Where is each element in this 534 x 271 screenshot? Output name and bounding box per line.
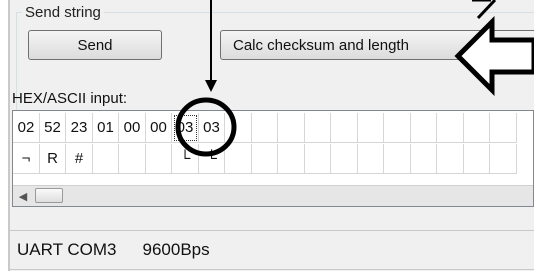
hex-cell[interactable] [384, 113, 411, 143]
hex-cell[interactable]: 03 [172, 113, 199, 143]
ascii-cell[interactable]: # [66, 144, 93, 174]
ascii-cell[interactable] [93, 144, 119, 174]
ascii-cell[interactable] [119, 144, 146, 174]
ascii-cell[interactable] [252, 144, 278, 174]
scroll-left-arrow-icon[interactable]: ◀ [15, 188, 31, 204]
ascii-cell[interactable] [305, 144, 331, 174]
hex-cell[interactable] [225, 113, 252, 143]
hex-cell[interactable] [437, 113, 464, 143]
hex-cell[interactable]: 02 [13, 113, 40, 143]
hex-cell[interactable] [252, 113, 278, 143]
status-baud: 9600Bps [142, 240, 210, 259]
ascii-cell[interactable] [331, 144, 358, 174]
ascii-cell[interactable] [384, 144, 411, 174]
calc-checksum-button[interactable]: Calc checksum and length [220, 30, 534, 60]
ascii-cell[interactable] [490, 144, 517, 174]
hex-cell[interactable] [331, 113, 358, 143]
status-bar: UART COM3 9600Bps [10, 230, 534, 270]
ascii-cell[interactable] [146, 144, 172, 174]
ascii-cell[interactable]: └ [172, 144, 199, 174]
hex-row: 02 52 23 01 00 00 03 03 [13, 113, 517, 144]
ascii-cell[interactable] [358, 144, 384, 174]
ascii-cell[interactable]: R [40, 144, 66, 174]
ascii-cell[interactable] [278, 144, 305, 174]
ascii-row: ¬ R # └ └ [13, 144, 517, 175]
ascii-cell[interactable]: ¬ [13, 144, 40, 174]
hex-cell[interactable]: 00 [146, 113, 172, 143]
hex-cell[interactable] [490, 113, 517, 143]
group-title: Send string [22, 4, 104, 21]
hex-cell[interactable]: 01 [93, 113, 119, 143]
hex-ascii-input-label: HEX/ASCII input: [12, 90, 128, 107]
scroll-thumb[interactable] [35, 188, 63, 203]
ascii-cell[interactable] [411, 144, 437, 174]
ascii-cell[interactable] [225, 144, 252, 174]
hex-cell[interactable] [305, 113, 331, 143]
ascii-cell[interactable] [437, 144, 464, 174]
ascii-cell[interactable]: └ [199, 144, 225, 174]
status-port: UART COM3 [17, 240, 117, 259]
hex-cell[interactable] [278, 113, 305, 143]
hex-cell[interactable]: 00 [119, 113, 146, 143]
horizontal-scrollbar[interactable]: ◀ [13, 185, 533, 206]
hex-cell[interactable]: 23 [66, 113, 93, 143]
hex-ascii-grid[interactable]: 02 52 23 01 00 00 03 03 ¬ R # └ └ ◀ [12, 110, 534, 207]
hex-cell[interactable] [464, 113, 490, 143]
send-button[interactable]: Send [28, 30, 162, 60]
hex-cell[interactable]: 52 [40, 113, 66, 143]
hex-cell[interactable]: 03 [199, 113, 225, 143]
hex-cell[interactable] [411, 113, 437, 143]
hex-cell[interactable] [358, 113, 384, 143]
ascii-cell[interactable] [464, 144, 490, 174]
